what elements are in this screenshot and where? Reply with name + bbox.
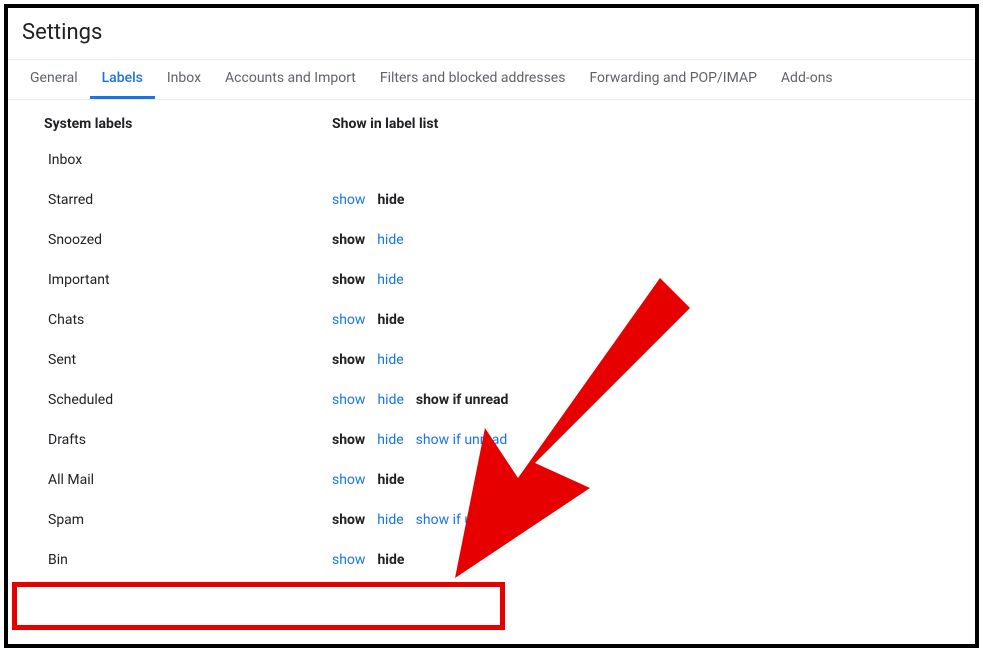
label-name: Scheduled: [48, 392, 332, 408]
label-name: Chats: [48, 312, 332, 328]
option-show[interactable]: show: [332, 312, 365, 328]
settings-container: Settings GeneralLabelsInboxAccounts and …: [8, 8, 975, 580]
label-row-bin: Binshow hide: [8, 540, 975, 580]
option-show[interactable]: show: [332, 552, 365, 568]
label-options: show hide: [332, 312, 404, 328]
tabs-row: GeneralLabelsInboxAccounts and ImportFil…: [8, 59, 975, 100]
label-options: show hide: [332, 272, 404, 288]
label-name: All Mail: [48, 472, 332, 488]
labels-content: System labels Show in label list Inbox St…: [8, 100, 975, 580]
label-options: show hide: [332, 192, 404, 208]
option-hide[interactable]: hide: [377, 192, 404, 208]
option-show[interactable]: show: [332, 232, 365, 248]
label-row-snoozed: Snoozedshow hide: [8, 220, 975, 260]
annotation-highlight-box: [12, 582, 505, 630]
label-row-spam: Spamshow hide show if unread: [8, 500, 975, 540]
option-hide[interactable]: hide: [377, 272, 403, 288]
tab-labels[interactable]: Labels: [90, 60, 155, 99]
label-name: Bin: [48, 552, 332, 568]
tab-inbox[interactable]: Inbox: [155, 60, 213, 99]
label-options: show hide: [332, 352, 404, 368]
labels-header-row: System labels Show in label list: [8, 116, 975, 140]
option-hide[interactable]: hide: [377, 432, 403, 448]
label-row-chats: Chatsshow hide: [8, 300, 975, 340]
option-hide[interactable]: hide: [377, 352, 403, 368]
option-show[interactable]: show: [332, 512, 365, 528]
option-hide[interactable]: hide: [377, 392, 403, 408]
option-hide[interactable]: hide: [377, 472, 404, 488]
option-hide[interactable]: hide: [377, 512, 403, 528]
label-options: show hide: [332, 472, 404, 488]
option-hide[interactable]: hide: [377, 312, 404, 328]
option-show[interactable]: show: [332, 432, 365, 448]
label-name: Spam: [48, 512, 332, 528]
label-options: show hide show if unread: [332, 512, 507, 528]
tab-add-ons[interactable]: Add-ons: [769, 60, 845, 99]
option-show-if-unread[interactable]: show if unread: [416, 392, 509, 408]
option-show[interactable]: show: [332, 192, 365, 208]
label-options: show hide show if unread: [332, 392, 508, 408]
settings-frame: Settings GeneralLabelsInboxAccounts and …: [4, 4, 979, 648]
label-name: Snoozed: [48, 232, 332, 248]
page-title: Settings: [8, 20, 975, 59]
tab-general[interactable]: General: [18, 60, 90, 99]
tab-filters-and-blocked-addresses[interactable]: Filters and blocked addresses: [368, 60, 578, 99]
tab-accounts-and-import[interactable]: Accounts and Import: [213, 60, 368, 99]
label-row-important: Importantshow hide: [8, 260, 975, 300]
tab-forwarding-and-pop-imap[interactable]: Forwarding and POP/IMAP: [577, 60, 768, 99]
label-name: Drafts: [48, 432, 332, 448]
label-row-scheduled: Scheduledshow hide show if unread: [8, 380, 975, 420]
label-options: show hide: [332, 232, 404, 248]
option-show[interactable]: show: [332, 392, 365, 408]
label-row-inbox: Inbox: [8, 140, 975, 180]
label-name: Starred: [48, 192, 332, 208]
option-show[interactable]: show: [332, 352, 365, 368]
label-name: Sent: [48, 352, 332, 368]
label-name: Important: [48, 272, 332, 288]
label-name: Inbox: [48, 152, 332, 168]
label-row-drafts: Draftsshow hide show if unread: [8, 420, 975, 460]
header-show-in-list: Show in label list: [332, 116, 438, 132]
header-system-labels: System labels: [44, 116, 332, 132]
labels-list: InboxStarredshowhideSnoozedshowhideImpor…: [8, 140, 975, 580]
label-row-starred: Starredshow hide: [8, 180, 975, 220]
option-show-if-unread[interactable]: show if unread: [416, 512, 508, 528]
option-hide[interactable]: hide: [377, 552, 404, 568]
option-show[interactable]: show: [332, 272, 365, 288]
label-options: show hide show if unread: [332, 432, 507, 448]
label-row-all-mail: All Mailshow hide: [8, 460, 975, 500]
option-show-if-unread[interactable]: show if unread: [416, 432, 508, 448]
option-hide[interactable]: hide: [377, 232, 403, 248]
label-options: show hide: [332, 552, 404, 568]
option-show[interactable]: show: [332, 472, 365, 488]
label-row-sent: Sentshow hide: [8, 340, 975, 380]
